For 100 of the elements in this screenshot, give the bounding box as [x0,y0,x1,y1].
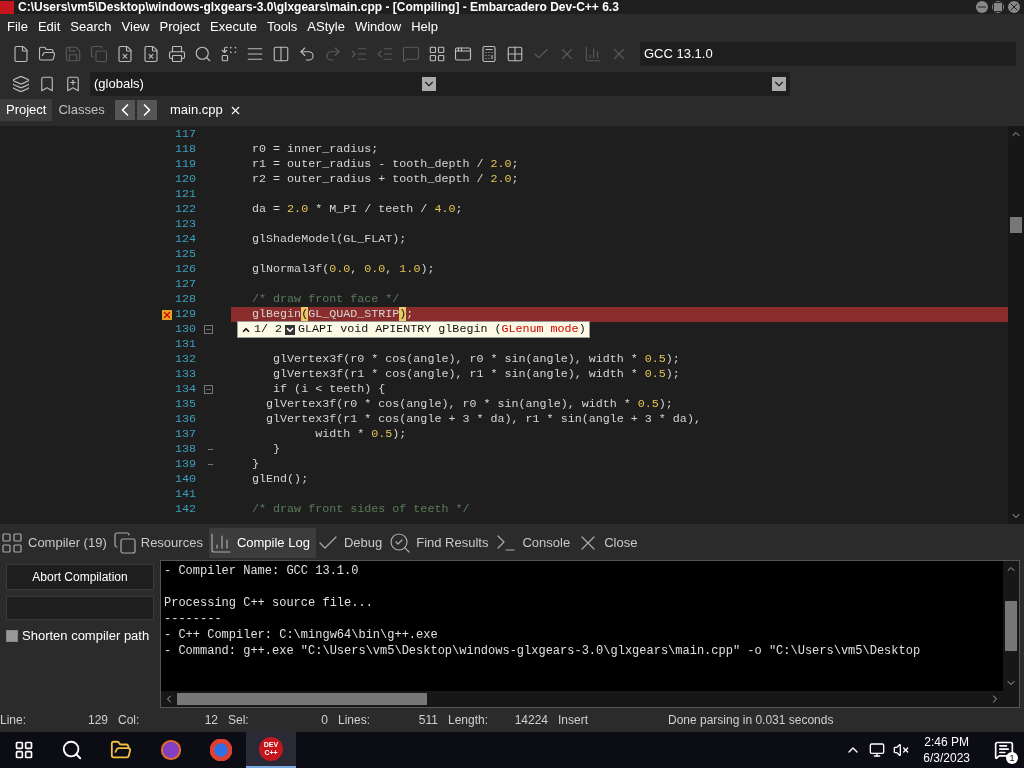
code-line: da = 2.0 * M_PI / teeth / 4.0; [251,202,463,217]
vertical-scrollbar[interactable] [1008,126,1024,524]
menu-item[interactable]: Edit [32,17,66,37]
code-line: glVertex3f(r1 * cos(angle), r1 * sin(angle), width * 0.5); [272,367,680,382]
line-number: 125 [174,247,196,262]
line-number: 127 [174,277,196,292]
output-tab[interactable]: Compile Log [208,528,316,558]
network-icon [869,742,886,758]
notifications-icon [994,740,1014,760]
line-number: 128 [174,292,196,307]
vertical-scrollbar[interactable] [1003,561,1019,691]
dropdown-icon [772,77,786,91]
bar-chart-icon [208,531,233,555]
abort-compilation-button[interactable]: Abort Compilation [6,564,154,590]
browser-icon [210,739,232,761]
function-select[interactable] [440,72,790,96]
line-number: 124 [174,232,196,247]
line-number: 117 [174,127,196,142]
code-comment: /* draw front face */ [251,292,400,307]
output-tab[interactable]: Compiler (19) [0,528,113,558]
output-tab[interactable]: Find Results [388,528,495,558]
status-label: Col: [118,712,140,729]
line-number: 138 [174,442,196,457]
menu-item[interactable]: Search [65,17,117,37]
fold-icon[interactable] [203,325,213,334]
checkbox[interactable] [6,629,18,642]
code-line: r1 = outer_radius - tooth_depth / 2.0; [251,157,519,172]
clock-date[interactable]: 6/3/2023 [923,750,970,766]
line-number: 133 [174,367,196,382]
menu-item[interactable]: Execute [205,17,262,37]
scroll-left-icon [114,100,135,120]
code-line: } [251,457,260,472]
code-comment: /* draw front sides of teeth */ [251,502,470,517]
line-number: 132 [174,352,196,367]
line-number: 121 [174,187,196,202]
line-number: 123 [174,217,196,232]
menu-item[interactable]: Help [406,17,443,37]
output-tab[interactable]: Close [576,528,644,558]
grid-icon [0,531,24,555]
menu-item[interactable]: File [2,17,33,37]
browser-icon [160,739,182,761]
status-mode: Insert [558,712,589,729]
code-line: glVertex3f(r0 * cos(angle), r0 * sin(angle), width * 0.5); [265,397,673,412]
status-label: Sel: [228,712,249,729]
code-line: glEnd(); [251,472,309,487]
line-number: 118 [174,142,196,157]
search-icon [61,739,83,761]
error-icon [162,309,172,320]
overload-counter: 1/ 2 [254,322,283,337]
menu-item[interactable]: Window [349,17,407,37]
line-number: 136 [174,412,196,427]
next-icon [285,324,296,335]
status-label: Lines: [338,712,371,729]
scroll-thumb[interactable] [177,693,427,705]
line-number: 141 [174,487,196,502]
menu-item[interactable]: Project [154,17,205,37]
scroll-thumb[interactable] [1005,601,1017,651]
line-number: 122 [174,202,196,217]
code-line: width * 0.5); [314,427,407,442]
scope-select[interactable]: (globals) [90,72,440,96]
log-line: Processing C++ source file... [164,595,374,611]
windows-icon [14,740,34,760]
status-value: 511 [418,712,438,729]
line-number: 134 [174,382,196,397]
code-line: r0 = inner_radius; [251,142,379,157]
menu-item[interactable]: Tools [261,17,303,37]
scroll-right-icon [136,100,157,120]
line-number: 137 [174,427,196,442]
clock-time[interactable]: 2:46 PM [924,734,969,750]
panel-tab[interactable]: Project [0,99,53,121]
code-line: glNormal3f(0.0, 0.0, 1.0); [251,262,435,277]
menu-item[interactable]: View [116,17,155,37]
code-line: r2 = outer_radius + tooth_depth / 2.0; [251,172,519,187]
app-icon [0,0,14,14]
code-line: } [272,442,281,457]
code-line: if (i < teeth) { [272,382,386,397]
output-tab[interactable]: Resources [112,528,209,558]
compiler-select[interactable]: GCC 13.1.0 [640,42,1016,66]
dropdown-icon [422,77,436,91]
panel-tab[interactable]: Classes [52,99,111,121]
code-line: glVertex3f(r1 * cos(angle + 3 * da), r1 * sin(angle + 3 * da), [265,412,701,427]
status-value: 14224 [514,712,548,729]
menu-item[interactable]: AStyle [302,17,350,37]
scroll-thumb[interactable] [1010,217,1022,233]
output-tab[interactable]: Debug [315,528,389,558]
folder-icon [110,739,132,761]
line-number: 139 [174,457,196,472]
checkbox-label: Shorten compiler path [22,627,150,645]
horizontal-scrollbar[interactable] [161,691,1019,707]
log-line: - Command: g++.exe "C:\Users\vm5\Desktop\windows-glxgears-3.0\glxgears\main.cpp" -o "C:\Users\vm5\Desktop [164,643,922,659]
status-message: Done parsing in 0.031 seconds [668,712,834,729]
line-number: 120 [174,172,196,187]
code-line: glBegin(GL_QUAD_STRIP); [251,307,414,322]
fold-icon[interactable] [203,385,213,394]
notification-count: 1 [1006,752,1018,764]
line-number: 130 [174,322,196,337]
output-tab[interactable]: Console [494,528,577,558]
function-signature: GLAPI void APIENTRY glBegin (GLenum mode) [298,322,586,337]
line-number: 140 [174,472,196,487]
status-value: 0 [321,712,328,729]
